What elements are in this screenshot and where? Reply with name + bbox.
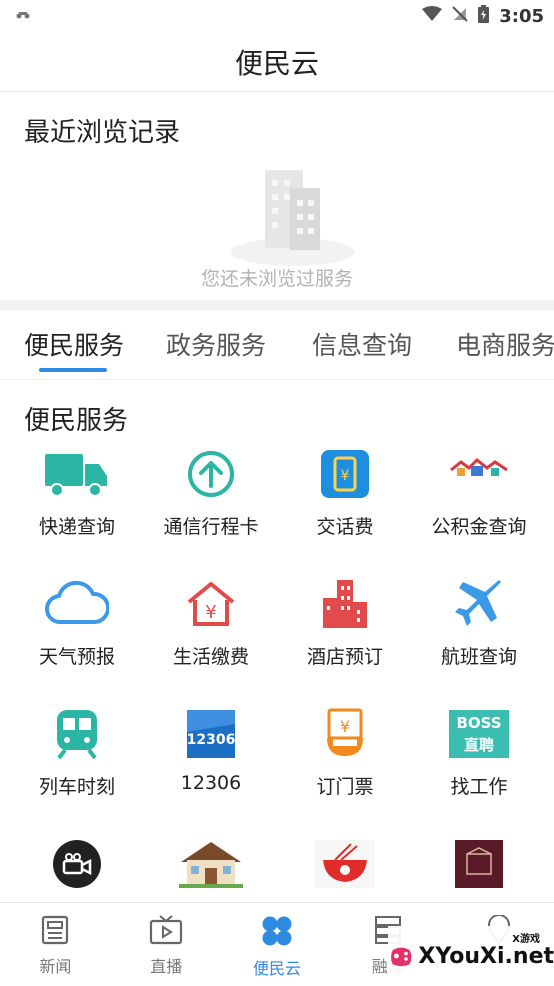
nav-label: 新闻 xyxy=(39,957,72,976)
service-phone-bill[interactable]: ¥ 交话费 xyxy=(276,446,414,556)
service-utilities[interactable]: ¥ 生活缴费 xyxy=(142,576,280,686)
service-label: 公积金查询 xyxy=(431,516,527,538)
section-divider xyxy=(0,300,554,310)
service-train-schedule[interactable]: 列车时刻 xyxy=(8,706,146,816)
recent-title: 最近浏览记录 xyxy=(24,118,181,148)
service-label: 酒店预订 xyxy=(306,646,383,668)
tab-ecommerce[interactable]: 电商服务 xyxy=(456,326,554,362)
recent-section: 最近浏览记录 您还未浏览过服务 xyxy=(0,92,554,300)
nav-convenience-cloud[interactable]: 便民云 xyxy=(222,903,333,986)
watermark-text: XYouXi.net xyxy=(418,943,554,969)
svg-text:¥: ¥ xyxy=(205,602,216,623)
video-camera-icon xyxy=(45,836,109,892)
service-12306[interactable]: 12306 12306 xyxy=(142,706,280,816)
service-tabs: 便民服务 政务服务 信息查询 电商服务 xyxy=(0,310,554,380)
train-icon xyxy=(45,706,109,762)
svg-text:¥: ¥ xyxy=(340,717,350,736)
service-hotel[interactable]: 酒店预订 xyxy=(276,576,414,686)
service-label: 交话费 xyxy=(316,516,374,538)
empty-text: 您还未浏览过服务 xyxy=(200,268,353,290)
tab-indicator xyxy=(39,368,107,372)
nav-label: 直播 xyxy=(150,957,183,976)
watermark-small-text: X游戏 xyxy=(512,934,540,945)
service-label: 列车时刻 xyxy=(38,776,115,798)
airplane-icon xyxy=(447,576,511,632)
tv-play-icon xyxy=(150,915,183,945)
status-bar: 3:05 xyxy=(0,0,554,32)
service-label: 航班查询 xyxy=(440,646,517,668)
service-tickets[interactable]: ¥ 订门票 xyxy=(276,706,414,816)
delivery-truck-icon xyxy=(45,446,109,502)
newspaper-icon xyxy=(42,915,69,945)
upload-arrow-icon xyxy=(179,446,243,502)
dark-emblem-icon xyxy=(447,836,511,892)
ticket-hand-icon: ¥ xyxy=(313,706,377,762)
section-title: 便民服务 xyxy=(24,406,129,436)
page-title: 便民云 xyxy=(234,46,319,80)
housing-fund-icon xyxy=(447,446,511,502)
status-time: 3:05 xyxy=(499,5,544,27)
service-label: 找工作 xyxy=(450,776,508,798)
tab-government[interactable]: 政务服务 xyxy=(166,326,266,362)
svg-text:12306: 12306 xyxy=(187,732,235,748)
cloud-icon xyxy=(45,576,109,632)
service-label: 天气预报 xyxy=(38,646,115,668)
service-travel-card[interactable]: 通信行程卡 xyxy=(142,446,280,556)
service-weather[interactable]: 天气预报 xyxy=(8,576,146,686)
tab-convenience[interactable]: 便民服务 xyxy=(24,326,124,362)
battery-icon xyxy=(478,5,490,27)
notification-icon xyxy=(16,11,30,22)
nav-live[interactable]: 直播 xyxy=(111,903,222,986)
no-signal-icon xyxy=(452,6,468,26)
service-label: 生活缴费 xyxy=(172,646,249,668)
gamepad-logo-icon xyxy=(390,947,412,967)
service-label: 通信行程卡 xyxy=(163,516,259,538)
tab-info-query[interactable]: 信息查询 xyxy=(312,326,412,362)
svg-text:¥: ¥ xyxy=(341,468,350,484)
wifi-icon xyxy=(422,6,443,26)
phone-bill-icon: ¥ xyxy=(313,446,377,502)
nav-news[interactable]: 新闻 xyxy=(0,903,111,986)
railway-12306-icon: 12306 xyxy=(179,706,243,762)
service-label: 订门票 xyxy=(316,776,374,798)
service-label: 12306 xyxy=(180,772,242,794)
empty-buildings-icon xyxy=(231,170,355,266)
service-jobs[interactable]: BOSS直聘 找工作 xyxy=(410,706,548,816)
boss-zhipin-icon: BOSS直聘 xyxy=(447,706,511,762)
nav-label: 便民云 xyxy=(252,959,301,978)
service-label: 快递查询 xyxy=(38,516,115,538)
cottage-icon xyxy=(179,836,243,892)
hotel-building-icon xyxy=(313,576,377,632)
four-petal-icon xyxy=(262,916,292,946)
service-housing-fund[interactable]: 公积金查询 xyxy=(410,446,548,556)
watermark: XYouXi.net X游戏 xyxy=(388,926,554,986)
noodle-bowl-icon xyxy=(313,836,377,892)
header: 便民云 xyxy=(0,32,554,92)
service-express[interactable]: 快递查询 xyxy=(8,446,146,556)
service-flight[interactable]: 航班查询 xyxy=(410,576,548,686)
house-yen-icon: ¥ xyxy=(179,576,243,632)
